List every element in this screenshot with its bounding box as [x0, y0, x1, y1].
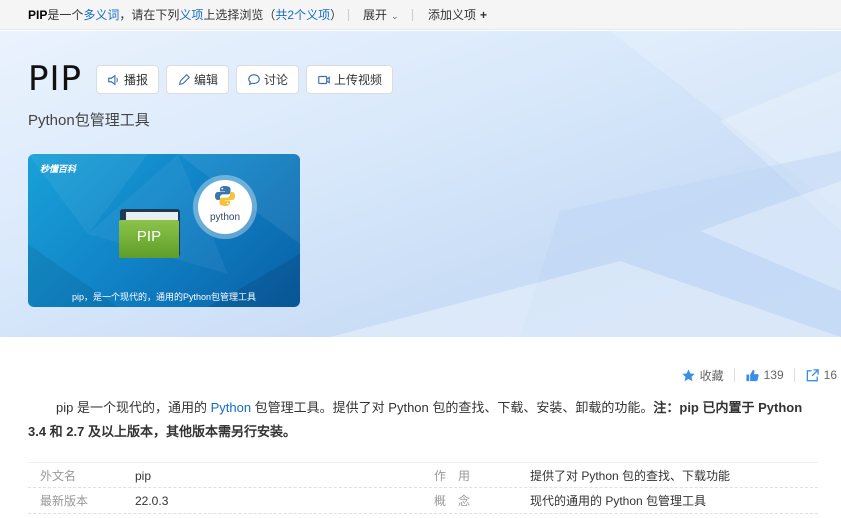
polysemy-text-1: 是一个: [47, 8, 84, 22]
basic-info-table: 外文名 pip 作用 提供了对 Python 包的查找、下载功能 最新版本 22…: [28, 462, 818, 514]
chat-bubble-icon: [248, 73, 260, 85]
share-button[interactable]: 16: [805, 368, 837, 383]
speaker-icon: [108, 73, 118, 86]
expand-label: 展开: [363, 8, 388, 22]
polysemy-text-4: ）: [330, 8, 343, 22]
python-logo-text: python: [209, 212, 241, 223]
summary-text-2: 包管理工具。提供了对 Python 包的查找、下载、安装、卸载的功能。: [251, 400, 654, 415]
edit-label: 编辑: [194, 73, 219, 87]
python-logo-icon: [215, 186, 235, 206]
info-value: pip: [135, 469, 152, 483]
info-key: 作用: [434, 469, 483, 483]
star-icon: [681, 368, 695, 381]
upload-video-label: 上传视频: [334, 73, 383, 87]
favorite-button[interactable]: 收藏: [681, 367, 724, 384]
add-meaning-label: 添加义项: [428, 8, 477, 22]
info-key: 外文名: [40, 469, 77, 483]
upload-video-button[interactable]: 上传视频: [306, 65, 394, 94]
share-count: 16: [823, 368, 837, 382]
divider: [733, 368, 735, 382]
folder-paper: [126, 212, 178, 220]
pencil-icon: [178, 73, 191, 85]
edit-button[interactable]: 编辑: [166, 65, 230, 94]
info-value: 提供了对 Python 包的查找、下载功能: [530, 469, 731, 483]
polysemy-text-2: ，请在下列: [119, 8, 180, 22]
expand-button[interactable]: 展开 ⌄: [363, 0, 399, 31]
info-key: 最新版本: [40, 494, 89, 508]
plus-icon: +: [480, 8, 488, 22]
favorite-label: 收藏: [699, 368, 724, 383]
lemma-stats: 收藏 139 16: [681, 366, 837, 384]
broadcast-button[interactable]: 播报: [96, 65, 160, 94]
polysemy-term: PIP: [28, 8, 48, 22]
python-link[interactable]: Python: [211, 400, 251, 415]
polysemy-bar: PIP是一个多义词，请在下列义项上选择浏览（共2个义项） 展开 ⌄ 添加义项 +: [0, 0, 841, 30]
discuss-button[interactable]: 讨论: [236, 65, 300, 94]
lemma-actions: 播报 编辑 讨论 上传视频: [96, 65, 394, 94]
table-row: 外文名 pip 作用 提供了对 Python 包的查找、下载功能: [28, 462, 818, 488]
thumbs-up-icon: [746, 369, 759, 381]
lemma-summary: pip 是一个现代的，通用的 Python 包管理工具。提供了对 Python …: [28, 396, 816, 444]
polysemy-text-3: 上选择浏览（: [203, 8, 276, 22]
polysemy-link[interactable]: 多义词: [83, 8, 119, 22]
share-icon: [806, 368, 819, 381]
video-camera-icon: [318, 75, 330, 84]
video-thumbnail[interactable]: 秒懂百科 PIP python pip，是一个现代的，通用的Python包管理工…: [28, 154, 300, 307]
video-caption: pip，是一个现代的，通用的Python包管理工具: [71, 292, 257, 302]
like-count: 139: [763, 368, 784, 382]
discuss-label: 讨论: [264, 73, 289, 87]
add-meaning-button[interactable]: 添加义项 +: [428, 0, 487, 30]
table-row: 最新版本 22.0.3 概念 现代的通用的 Python 包管理工具: [28, 488, 818, 514]
lemma-header: PIP 播报 编辑 讨论 上传视频 Python包管理工具 秒懂百科 PIP p…: [0, 31, 841, 337]
divider: [412, 9, 413, 21]
divider: [348, 9, 349, 21]
lemma-subtitle: Python包管理工具: [28, 112, 150, 129]
broadcast-label: 播报: [124, 73, 149, 87]
chevron-down-icon: ⌄: [391, 11, 399, 21]
video-logo: 秒懂百科: [40, 164, 77, 174]
polysemy-text: PIP是一个多义词，请在下列义项上选择浏览（共2个义项）: [28, 0, 342, 30]
info-value: 现代的通用的 Python 包管理工具: [530, 494, 707, 508]
info-key: 概念: [434, 494, 483, 508]
summary-text-1: pip 是一个现代的，通用的: [56, 400, 211, 415]
page-title: PIP: [28, 59, 83, 99]
info-value: 22.0.3: [135, 494, 169, 508]
like-button[interactable]: 139: [745, 368, 784, 383]
meaning-link[interactable]: 义项: [179, 8, 203, 22]
divider: [793, 368, 795, 382]
meaning-count-link[interactable]: 共2个义项: [275, 8, 330, 22]
folder-label: PIP: [136, 228, 162, 245]
